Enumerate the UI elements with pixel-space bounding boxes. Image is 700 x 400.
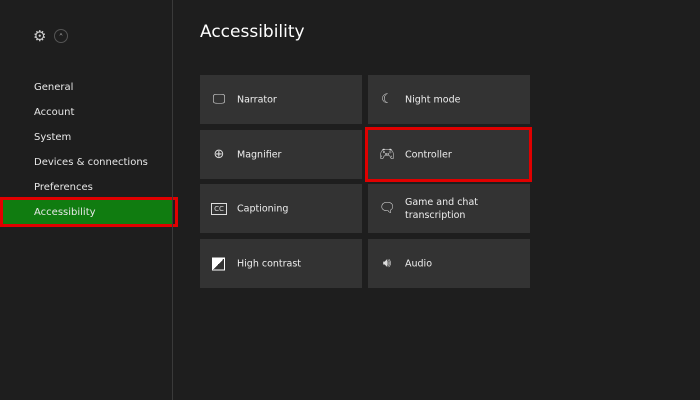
sidebar-item-system[interactable]: System [34,131,71,145]
tile-label: Night mode [405,94,461,105]
tile-captioning[interactable]: CC Captioning [200,184,362,233]
narrator-icon: 🖵 [212,91,226,107]
tile-magnifier[interactable]: ⊕ Magnifier [200,130,362,179]
tile-game-chat-transcription[interactable]: 🗨 Game and chat transcription [368,184,530,233]
tile-label: Controller [405,149,452,160]
magnifier-icon: ⊕ [213,146,225,162]
page-title: Accessibility [200,22,305,42]
tile-night-mode[interactable]: ☾ Night mode [368,75,530,124]
captioning-icon: CC [211,202,227,215]
sidebar-item-general[interactable]: General [34,81,73,95]
tile-label: Magnifier [237,149,282,160]
sidebar-item-accessibility[interactable]: Accessibility [34,206,96,220]
sidebar-item-devices[interactable]: Devices & connections [34,156,148,170]
gear-icon[interactable]: ⚙ [33,28,49,44]
tile-controller[interactable]: 🎮︎ Controller [368,130,530,179]
divider [172,0,173,400]
high-contrast-icon [212,257,225,270]
tile-label: Captioning [237,203,289,214]
sidebar: ⚙ ᴬ General Account System Devices & con… [0,0,178,400]
tile-label: Game and chat transcription [405,196,478,221]
controller-icon: 🎮︎ [379,146,396,162]
chat-transcription-icon: 🗨 [379,200,396,216]
tile-narrator[interactable]: 🖵 Narrator [200,75,362,124]
tile-high-contrast[interactable]: High contrast [200,239,362,288]
tile-label: Audio [405,258,433,269]
sidebar-item-account[interactable]: Account [34,106,74,120]
tile-label: High contrast [237,258,302,269]
night-mode-icon: ☾ [381,91,393,107]
audio-icon: 🔊︎ [382,255,392,271]
avatar[interactable]: ᴬ [54,29,68,43]
tile-audio[interactable]: 🔊︎ Audio [368,239,530,288]
sidebar-item-preferences[interactable]: Preferences [34,181,93,195]
tile-label: Narrator [237,94,277,105]
